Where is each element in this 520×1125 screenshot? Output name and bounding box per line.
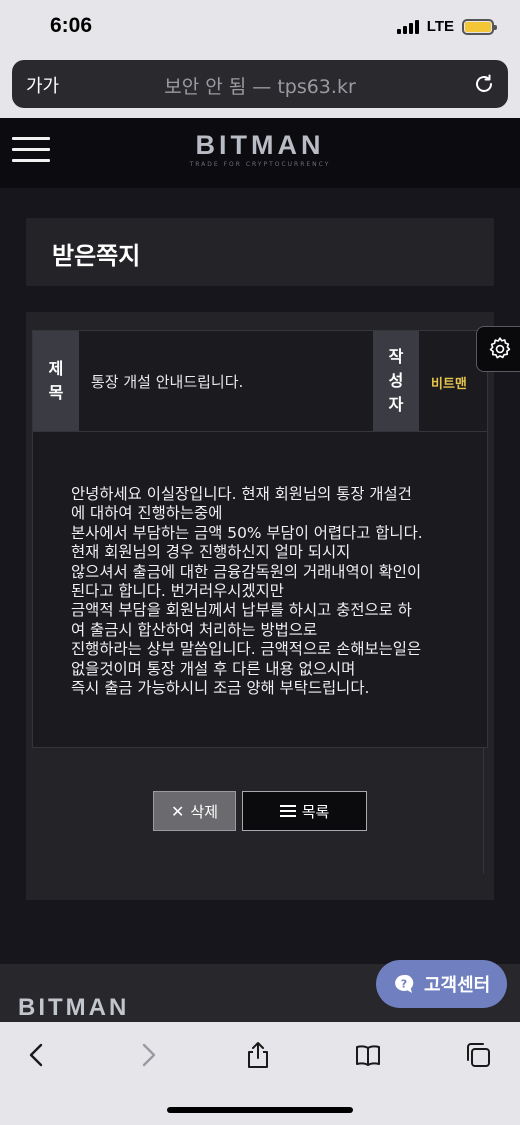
body-line: 진행하라는 상부 말씀입니다. 금액적으로 손해보는일은	[71, 640, 422, 659]
list-button[interactable]: 목록	[242, 791, 367, 831]
logo-text: BITMAN	[195, 130, 325, 160]
bookmarks-icon[interactable]	[353, 1040, 383, 1070]
delete-button[interactable]: ✕ 삭제	[153, 791, 236, 831]
back-icon[interactable]	[22, 1040, 52, 1070]
address-bar[interactable]: 가가 보안 안 됨 — tps63.kr	[12, 60, 508, 108]
body-line: 여 출금시 합산하여 처리하는 방법으로	[71, 620, 318, 639]
page-title: 받은쪽지	[52, 242, 141, 270]
status-indicators: LTE	[396, 18, 497, 35]
message-header-row: 제 목 통장 개설 안내드립니다. 작 성 자 비트맨	[33, 331, 487, 432]
body-line: 안녕하세요 이실장입니다. 현재 회원님의 통장 개설건	[71, 485, 412, 503]
home-indicator	[167, 1107, 353, 1113]
body-line: 즉시 출금 가능하시니 조금 양해 부탁드립니다.	[71, 679, 370, 698]
battery-icon	[462, 18, 497, 35]
customer-center-label: 고객센터	[424, 975, 491, 996]
divider	[483, 748, 484, 874]
page-title-box: 받은쪽지	[26, 218, 494, 286]
site-logo[interactable]: BITMAN TRADE FOR CRYPTOCURRENCY	[0, 130, 520, 168]
network-label: LTE	[426, 18, 454, 35]
url-text[interactable]: 보안 안 됨 — tps63.kr	[12, 72, 508, 99]
close-icon: ✕	[170, 801, 185, 821]
body-line: 현재 회원님의 경우 진행하신지 얼마 되시지	[71, 543, 351, 562]
body-line: 본사에서 부담하는 금액 50% 부담이 어렵다고 합니다.	[71, 523, 423, 542]
author-label: 작 성 자	[373, 331, 419, 431]
logo-tagline: TRADE FOR CRYPTOCURRENCY	[189, 161, 331, 168]
body-line: 없을것이며 통장 개설 후 다른 내용 없으시며	[71, 659, 356, 678]
settings-button[interactable]	[476, 326, 520, 372]
message-panel: 제 목 통장 개설 안내드립니다. 작 성 자 비트맨 안녕하세요 이실장입니다…	[26, 312, 494, 900]
gear-icon	[489, 337, 510, 359]
list-icon	[279, 805, 296, 817]
body-line: 에 대하여 진행하는중에	[71, 504, 223, 523]
message-body: 안녕하세요 이실장입니다. 현재 회원님의 통장 개설건 에 대하여 진행하는중…	[71, 485, 467, 698]
body-line: 않으셔서 출금에 대한 금융감독원의 거래내역이 확인이	[71, 562, 422, 581]
subject-label: 제 목	[33, 331, 79, 431]
delete-label: 삭제	[190, 802, 218, 821]
list-label: 목록	[301, 802, 330, 821]
body-line: 금액적 부담을 회원님께서 납부를 하시고 충전으로 하	[71, 601, 412, 620]
site-header: BITMAN TRADE FOR CRYPTOCURRENCY	[0, 118, 520, 188]
signal-icon	[396, 19, 419, 34]
browser-toolbar	[0, 1022, 520, 1125]
chat-icon: ?	[395, 974, 414, 993]
share-icon[interactable]	[243, 1040, 273, 1070]
body-line: 된다고 합니다. 번거러우시겠지만	[71, 582, 284, 601]
status-time: 6:06	[50, 14, 93, 37]
svg-text:?: ?	[401, 978, 407, 991]
footer-logo: BITMAN	[18, 994, 130, 1021]
subject-value: 통장 개설 안내드립니다.	[91, 373, 244, 391]
tabs-icon[interactable]	[463, 1040, 493, 1070]
browser-address-area: 가가 보안 안 됨 — tps63.kr	[0, 54, 520, 118]
status-bar: 6:06 LTE	[0, 0, 520, 54]
customer-center-button[interactable]: ? 고객센터	[376, 960, 507, 1008]
author-value: 비트맨	[431, 377, 467, 392]
forward-icon[interactable]	[133, 1040, 163, 1070]
reload-icon[interactable]	[472, 72, 496, 96]
message-table: 제 목 통장 개설 안내드립니다. 작 성 자 비트맨 안녕하세요 이실장입니다…	[32, 330, 488, 748]
